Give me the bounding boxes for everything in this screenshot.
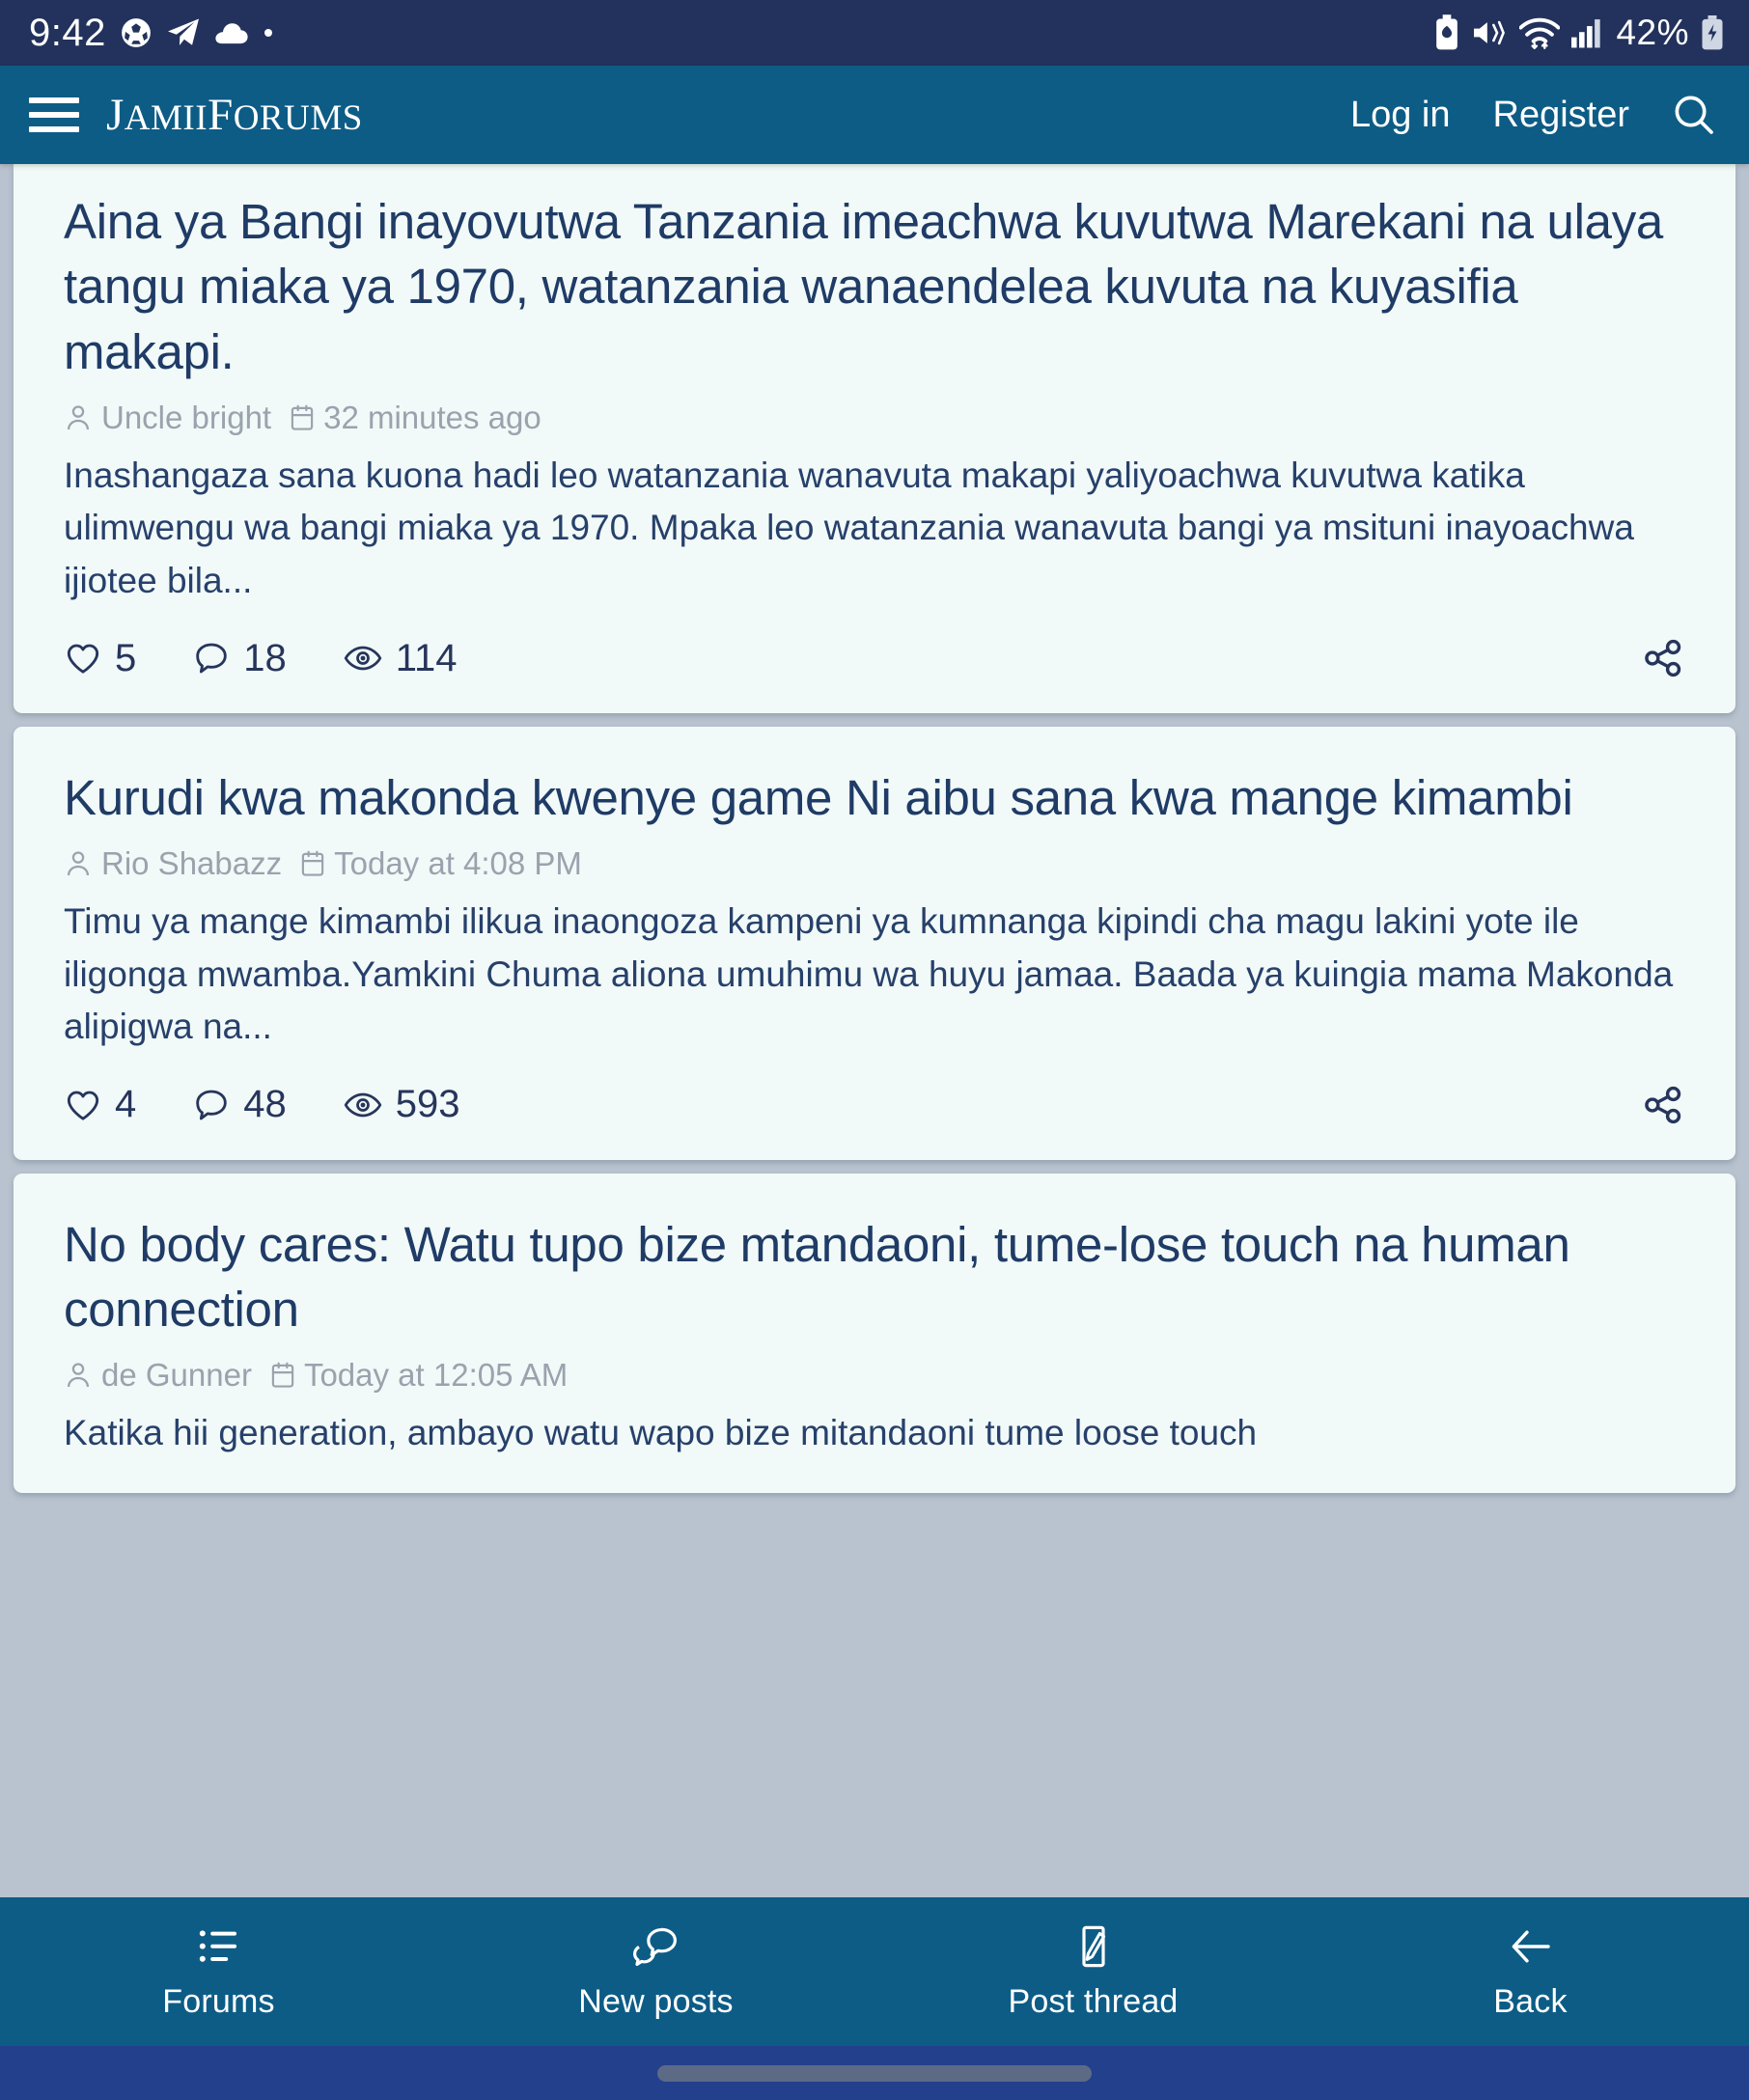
- user-icon: [64, 1361, 93, 1390]
- thread-timestamp: 32 minutes ago: [290, 400, 541, 436]
- thread-card[interactable]: Aina ya Bangi inayovutwa Tanzania imeach…: [14, 164, 1735, 714]
- nav-forums[interactable]: Forums: [0, 1923, 437, 2021]
- thread-author-label: Rio Shabazz: [101, 845, 283, 882]
- app-header: JAMIIFORUMS Log in Register: [0, 66, 1749, 164]
- status-bar-right: 42%: [1434, 13, 1724, 53]
- heart-icon: [64, 1086, 102, 1124]
- thread-stats: 5 18 114: [64, 636, 1685, 680]
- thread-timestamp-label: Today at 12:05 AM: [303, 1357, 569, 1394]
- nav-post-thread-label: Post thread: [1008, 1982, 1179, 2020]
- like-count-label: 4: [115, 1083, 137, 1125]
- search-icon[interactable]: [1672, 93, 1716, 137]
- dot-icon: [263, 27, 274, 39]
- user-icon: [64, 849, 93, 878]
- thread-timestamp: Today at 4:08 PM: [300, 845, 582, 882]
- comments-icon: [632, 1923, 680, 1970]
- bottom-navigation: Forums New posts Post thread Back: [0, 1897, 1749, 2046]
- pencil-compose-icon: [1069, 1923, 1118, 1970]
- site-logo[interactable]: JAMIIFORUMS: [106, 89, 363, 141]
- logo-orums: ORUMS: [233, 98, 363, 138]
- thread-author-label: de Gunner: [101, 1357, 252, 1394]
- thread-timestamp-label: 32 minutes ago: [323, 399, 541, 435]
- telegram-icon: [166, 17, 201, 48]
- reply-count[interactable]: 18: [192, 637, 287, 680]
- reply-count-label: 48: [243, 1083, 287, 1125]
- reply-count-label: 18: [243, 636, 287, 679]
- nav-back[interactable]: Back: [1312, 1923, 1749, 2021]
- thread-snippet: Timu ya mange kimambi ilikua inaongoza k…: [64, 901, 1674, 1047]
- charging-battery-icon: [1701, 15, 1724, 50]
- nav-new-posts[interactable]: New posts: [437, 1923, 874, 2021]
- view-count: 114: [343, 637, 458, 680]
- gesture-pill[interactable]: [657, 2064, 1092, 2082]
- like-count[interactable]: 5: [64, 637, 136, 680]
- thread-title[interactable]: No body cares: Watu tupo bize mtandaoni,…: [64, 1212, 1685, 1342]
- battery-saver-icon: [1434, 14, 1459, 51]
- view-count: 593: [343, 1083, 460, 1126]
- thread-list[interactable]: Aina ya Bangi inayovutwa Tanzania imeach…: [0, 164, 1749, 2100]
- thread-snippet: Inashangaza sana kuona hadi leo watanzan…: [64, 455, 1634, 600]
- thread-meta: Uncle bright 32 minutes ago: [64, 400, 1685, 436]
- like-count[interactable]: 4: [64, 1083, 136, 1126]
- heart-icon: [64, 639, 102, 677]
- football-icon: [120, 16, 153, 49]
- like-count-label: 5: [115, 636, 137, 679]
- battery-percent-label: 42%: [1616, 13, 1689, 52]
- logo-amii: AMII: [124, 98, 208, 138]
- list-icon: [195, 1923, 243, 1970]
- thread-stats: 4 48 593: [64, 1083, 1685, 1127]
- calendar-icon: [290, 403, 315, 432]
- user-icon: [64, 403, 93, 432]
- thread-snippet: Katika hii generation, ambayo watu wapo …: [64, 1413, 1258, 1453]
- status-bar: 9:42 42%: [0, 0, 1749, 66]
- status-bar-left: 9:42: [29, 14, 274, 52]
- thread-card[interactable]: No body cares: Watu tupo bize mtandaoni,…: [14, 1173, 1735, 1493]
- view-count-label: 593: [395, 1083, 460, 1125]
- view-count-label: 114: [395, 636, 458, 679]
- share-icon[interactable]: [1641, 636, 1685, 680]
- wifi-icon: [1519, 16, 1561, 49]
- phone-screen: 9:42 42% JAMIIFORUMS Log in Register Ain…: [0, 0, 1749, 2100]
- nav-new-posts-label: New posts: [578, 1982, 734, 2020]
- thread-author[interactable]: Rio Shabazz: [64, 845, 282, 882]
- calendar-icon: [300, 849, 325, 878]
- gesture-navigation-bar: [0, 2046, 1749, 2100]
- arrow-left-icon: [1506, 1923, 1556, 1970]
- comment-icon: [192, 639, 231, 677]
- nav-back-label: Back: [1493, 1982, 1568, 2020]
- cloud-icon: [214, 20, 249, 45]
- nav-forums-label: Forums: [162, 1982, 275, 2020]
- hamburger-icon[interactable]: [29, 94, 79, 136]
- share-icon[interactable]: [1641, 1083, 1685, 1127]
- thread-author[interactable]: de Gunner: [64, 1357, 252, 1394]
- status-bar-clock: 9:42: [29, 12, 106, 54]
- eye-icon: [343, 639, 383, 677]
- logo-f: F: [208, 90, 234, 140]
- nav-post-thread[interactable]: Post thread: [874, 1923, 1312, 2021]
- login-link[interactable]: Log in: [1350, 95, 1451, 136]
- thread-meta: de Gunner Today at 12:05 AM: [64, 1357, 1685, 1394]
- thread-meta: Rio Shabazz Today at 4:08 PM: [64, 845, 1685, 882]
- comment-icon: [192, 1086, 231, 1124]
- logo-j: J: [106, 90, 125, 140]
- thread-title[interactable]: Kurudi kwa makonda kwenye game Ni aibu s…: [64, 765, 1685, 830]
- mute-vibrate-icon: [1471, 17, 1508, 48]
- thread-card[interactable]: Kurudi kwa makonda kwenye game Ni aibu s…: [14, 727, 1735, 1160]
- register-link[interactable]: Register: [1493, 95, 1630, 136]
- thread-author[interactable]: Uncle bright: [64, 400, 271, 436]
- calendar-icon: [270, 1361, 295, 1390]
- thread-author-label: Uncle bright: [101, 399, 272, 435]
- thread-timestamp-label: Today at 4:08 PM: [334, 845, 582, 882]
- thread-title[interactable]: Aina ya Bangi inayovutwa Tanzania imeach…: [64, 189, 1685, 384]
- eye-icon: [343, 1086, 383, 1124]
- thread-timestamp: Today at 12:05 AM: [270, 1357, 568, 1394]
- reply-count[interactable]: 48: [192, 1083, 287, 1126]
- cellular-signal-icon: [1571, 17, 1604, 48]
- header-actions: Log in Register: [1350, 93, 1716, 137]
